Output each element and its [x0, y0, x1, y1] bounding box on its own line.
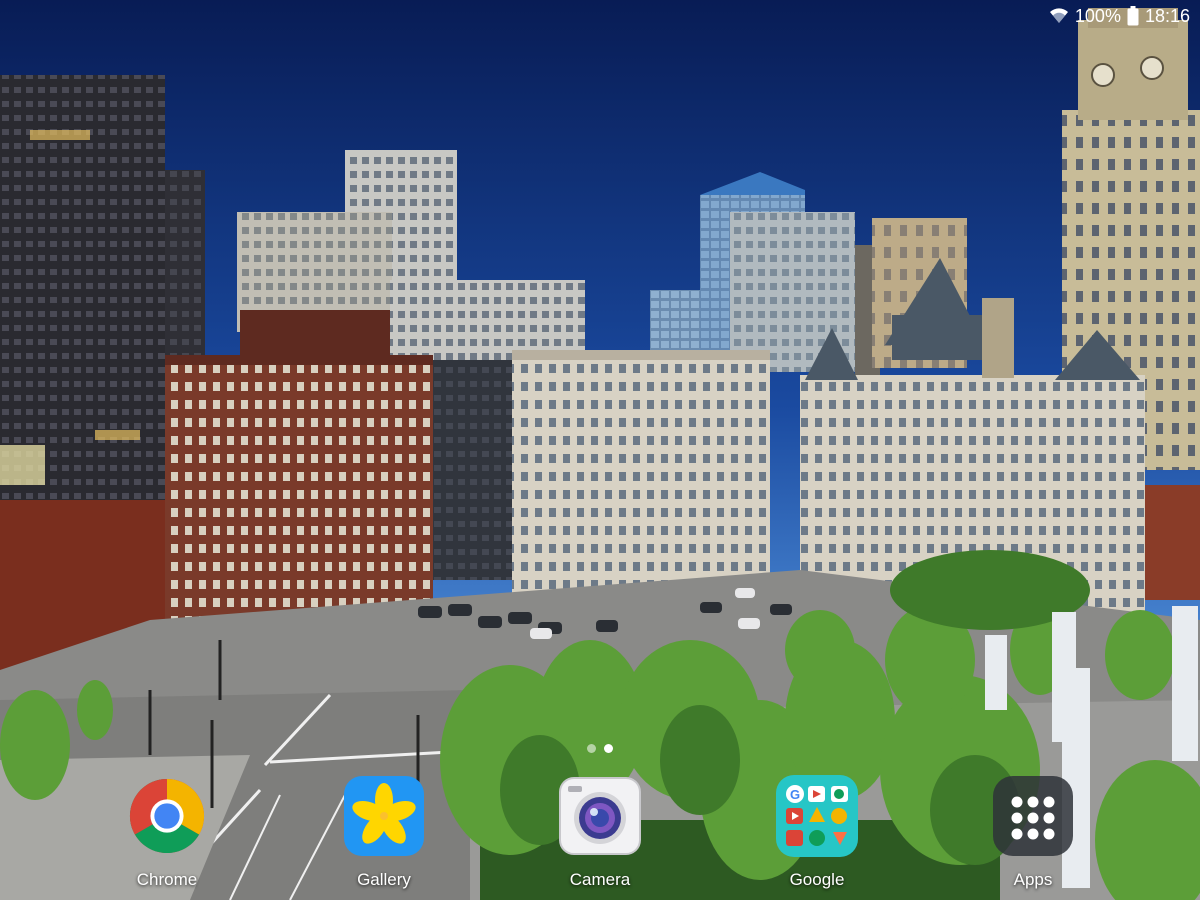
app-camera[interactable]: Camera	[545, 774, 655, 890]
home-screen: 100% 18:16 Chrome Gallery Camera G Googl…	[0, 0, 1200, 900]
google-folder-icon: G	[775, 774, 859, 858]
wifi-icon	[1049, 7, 1069, 25]
app-google-folder[interactable]: G Google	[762, 774, 872, 890]
page-dot	[587, 744, 596, 753]
chrome-icon	[125, 774, 209, 858]
page-indicator	[0, 744, 1200, 753]
status-bar: 100% 18:16	[0, 0, 1200, 32]
svg-text:G: G	[790, 787, 800, 802]
camera-icon	[558, 774, 642, 858]
app-label: Chrome	[136, 870, 198, 889]
app-dock: Chrome Gallery Camera G Google Apps	[0, 770, 1200, 900]
app-label: Camera	[569, 870, 631, 889]
app-drawer-button[interactable]: Apps	[978, 774, 1088, 890]
wallpaper	[0, 0, 1200, 900]
clock-time: 18:16	[1144, 5, 1190, 26]
app-chrome[interactable]: Chrome	[112, 774, 222, 890]
app-label: Google	[789, 870, 845, 889]
apps-grid-icon	[991, 774, 1075, 858]
gallery-icon	[342, 774, 426, 858]
page-dot-current	[604, 744, 613, 753]
app-label: Apps	[1013, 870, 1053, 889]
battery-percent: 100%	[1074, 5, 1121, 26]
battery-full-icon	[1127, 6, 1139, 26]
app-gallery[interactable]: Gallery	[329, 774, 439, 890]
app-label: Gallery	[357, 870, 411, 889]
